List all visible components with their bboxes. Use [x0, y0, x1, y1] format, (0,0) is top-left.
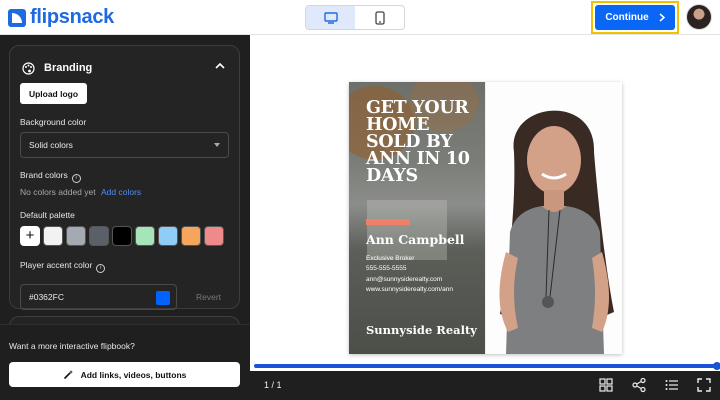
palette-swatch[interactable] [89, 226, 109, 246]
fullscreen-icon[interactable] [696, 377, 712, 393]
sidebar: Branding Upload logo Background color So… [0, 35, 250, 400]
chevron-up-icon[interactable] [215, 62, 225, 69]
background-color-label: Background color [20, 117, 87, 127]
share-icon[interactable] [631, 377, 647, 393]
logo-text: flipsnack [30, 6, 114, 28]
palette-swatch[interactable] [204, 226, 224, 246]
agent-website: www.sunnysiderealty.com/ann [366, 285, 453, 293]
default-palette: + [20, 226, 224, 246]
agent-info: Exclusive Broker 555-555-5555 ann@sunnys… [366, 254, 453, 295]
brand-colors-label-row: Brand colors i [20, 170, 81, 183]
avatar[interactable] [686, 4, 712, 30]
magic-wand-icon [63, 370, 73, 380]
add-colors-link[interactable]: Add colors [101, 187, 141, 197]
flyer-page[interactable]: GET YOUR HOME SOLD BY ANN IN 10 DAYS Ann… [349, 82, 622, 354]
progress-handle[interactable] [713, 362, 720, 370]
background-color-value: Solid colors [29, 140, 73, 150]
add-links-label: Add links, videos, buttons [80, 369, 187, 380]
list-icon[interactable] [664, 377, 680, 393]
mobile-view-button[interactable] [355, 6, 404, 29]
accent-label: Player accent color [20, 260, 93, 270]
info-icon[interactable]: i [71, 174, 81, 183]
palette-swatch[interactable] [158, 226, 178, 246]
revert-button[interactable]: Revert [196, 292, 221, 302]
caret-down-icon [214, 143, 220, 147]
flyer-brand: Sunnyside Realty [366, 323, 477, 337]
accent-label-row: Player accent color i [20, 260, 106, 273]
brand-colors-label: Brand colors [20, 170, 68, 180]
palette-swatch[interactable] [135, 226, 155, 246]
logo-icon [8, 8, 26, 27]
agent-phone: 555-555-5555 [366, 265, 407, 273]
upload-logo-button[interactable]: Upload logo [20, 83, 87, 104]
add-links-button[interactable]: Add links, videos, buttons [9, 362, 240, 387]
branding-panel: Branding Upload logo Background color So… [9, 45, 240, 310]
brand-colors-empty: No colors added yet Add colors [20, 187, 141, 197]
agent-photo [486, 82, 622, 354]
page-counter: 1 / 1 [264, 380, 282, 390]
palette-swatch[interactable] [181, 226, 201, 246]
no-colors-text: No colors added yet [20, 187, 96, 197]
flyer-accent-bar [366, 219, 410, 225]
branding-header[interactable]: Branding [22, 58, 227, 78]
player-controls: 1 / 1 [250, 371, 720, 400]
accent-color-value: #0362FC [29, 292, 64, 302]
add-swatch-button[interactable]: + [20, 226, 40, 246]
agent-title: Exclusive Broker [366, 255, 415, 262]
device-toggle [305, 5, 405, 30]
flyer-headline: GET YOUR HOME SOLD BY ANN IN 10 DAYS [366, 98, 470, 186]
flipbook-preview: GET YOUR HOME SOLD BY ANN IN 10 DAYS Ann… [250, 35, 720, 400]
default-palette-label: Default palette [20, 210, 75, 220]
accent-color-input[interactable]: #0362FC [20, 284, 177, 310]
flipsnack-logo[interactable]: flipsnack [8, 6, 114, 29]
house-shape [367, 200, 447, 260]
palette-swatch[interactable] [112, 226, 132, 246]
sidebar-footer: Want a more interactive flipbook? Add li… [0, 324, 250, 400]
agent-email: ann@sunnysiderealty.com [366, 275, 443, 283]
branding-title: Branding [44, 62, 93, 74]
chevron-right-icon [659, 13, 665, 22]
desktop-view-button[interactable] [306, 6, 355, 29]
continue-highlight: Continue [591, 1, 679, 34]
top-bar: flipsnack Continue [0, 0, 720, 35]
background-color-select[interactable]: Solid colors [20, 132, 229, 158]
accent-color-swatch[interactable] [156, 291, 170, 305]
mobile-icon [374, 10, 385, 25]
agent-portrait [486, 82, 622, 354]
palette-icon [22, 61, 35, 75]
grid-icon[interactable] [598, 377, 614, 393]
continue-label: Continue [605, 12, 649, 23]
upsell-text: Want a more interactive flipbook? [9, 341, 135, 351]
palette-swatch[interactable] [43, 226, 63, 246]
agent-name: Ann Campbell [366, 232, 465, 247]
info-icon[interactable]: i [96, 264, 106, 273]
continue-button[interactable]: Continue [595, 5, 675, 30]
palette-swatch[interactable] [66, 226, 86, 246]
desktop-icon [323, 11, 338, 24]
page-progress-bar[interactable] [254, 362, 720, 370]
